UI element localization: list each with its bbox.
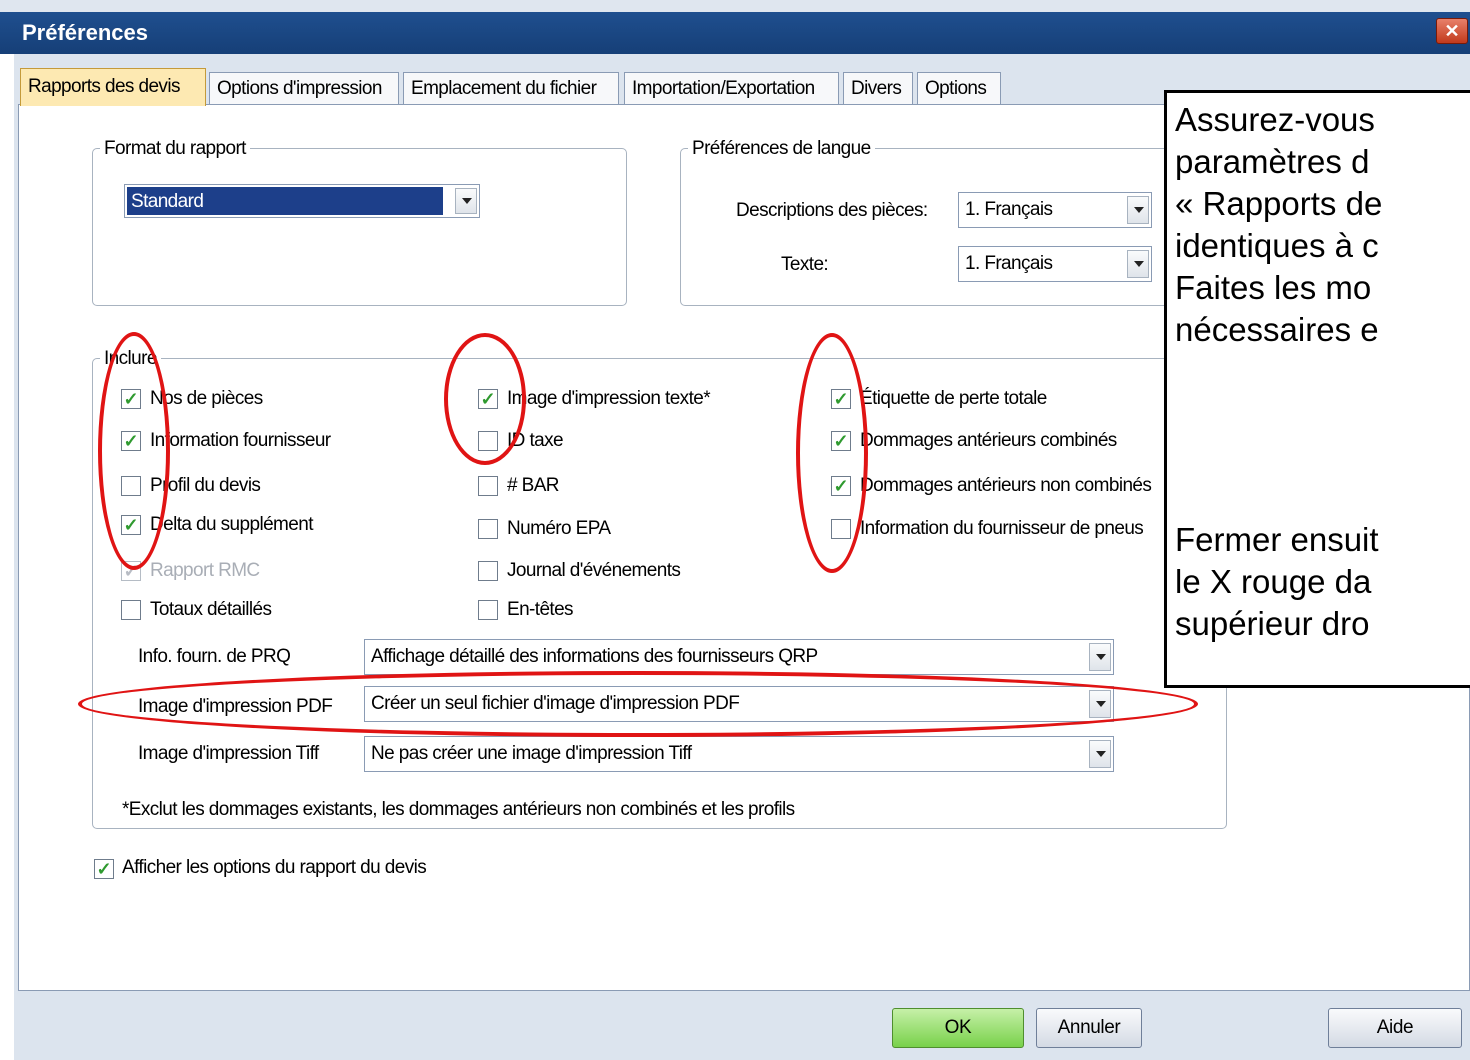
callout-line: paramètres d <box>1175 143 1370 180</box>
tiff-print-image-select[interactable]: Ne pas créer une image d'impression Tiff <box>364 736 1114 772</box>
callout-line: Fermer ensuit <box>1175 521 1379 558</box>
include-legend: Inclure <box>100 348 161 370</box>
supplement-delta-label: Delta du supplément <box>150 514 313 535</box>
prq-supplier-select[interactable]: Affichage détaillé des informations des … <box>364 639 1114 675</box>
supplier-info-checkbox[interactable]: ✓ <box>121 431 141 451</box>
chevron-down-icon[interactable] <box>1089 740 1111 768</box>
tiff-print-image-value: Ne pas créer une image d'impression Tiff <box>371 743 692 764</box>
headers-checkbox[interactable] <box>478 600 498 620</box>
parts-numbers-label: Nos de pièces <box>150 388 263 409</box>
callout-line: le X rouge da <box>1175 563 1372 600</box>
help-button[interactable]: Aide <box>1328 1008 1462 1048</box>
tiff-print-image-label: Image d'impression Tiff <box>138 743 319 764</box>
chevron-down-icon[interactable] <box>1127 250 1149 278</box>
total-loss-label: Étiquette de perte totale <box>860 388 1047 409</box>
callout-line: Faites les mo <box>1175 269 1372 306</box>
event-log-checkbox[interactable] <box>478 561 498 581</box>
report-format-select[interactable]: Standard <box>124 184 480 218</box>
prior-damage-uncombined-label: Dommages antérieurs non combinés <box>860 475 1152 496</box>
event-log-label: Journal d'événements <box>507 560 681 581</box>
window-title: Préférences <box>22 20 148 45</box>
bar-number-label: # BAR <box>507 475 560 496</box>
estimate-profile-checkbox[interactable] <box>121 476 141 496</box>
tire-supplier-info-checkbox[interactable] <box>831 519 851 539</box>
callout-line: « Rapports de <box>1175 185 1383 222</box>
epa-number-label: Numéro EPA <box>507 518 611 539</box>
tab-divers[interactable]: Divers <box>843 72 913 104</box>
report-format-legend: Format du rapport <box>100 138 250 160</box>
show-report-options-checkbox[interactable]: ✓ <box>94 859 114 879</box>
report-format-group <box>92 148 627 306</box>
language-legend: Préférences de langue <box>688 138 875 160</box>
rmc-report-checkbox: ✓ <box>121 561 141 581</box>
chevron-down-icon[interactable] <box>1127 196 1149 224</box>
prior-damage-uncombined-checkbox[interactable]: ✓ <box>831 476 851 496</box>
tire-supplier-info-label: Information du fournisseur de pneus <box>860 518 1144 539</box>
parts-language-value: 1. Français <box>965 199 1053 220</box>
tab-importation-exportation[interactable]: Importation/Exportation <box>624 72 839 104</box>
chevron-down-icon[interactable] <box>1089 643 1111 671</box>
estimate-profile-label: Profil du devis <box>150 475 261 496</box>
report-format-value: Standard <box>131 191 204 212</box>
pdf-print-image-value: Créer un seul fichier d'image d'impressi… <box>371 693 740 714</box>
text-language-label: Texte: <box>781 254 829 275</box>
prq-supplier-value: Affichage détaillé des informations des … <box>371 646 818 667</box>
prior-damage-combined-label: Dommages antérieurs combinés <box>860 430 1117 451</box>
headers-label: En-têtes <box>507 599 574 620</box>
epa-number-checkbox[interactable] <box>478 519 498 539</box>
close-icon: ✕ <box>1444 21 1460 41</box>
callout-line: Assurez-vous <box>1175 101 1375 138</box>
callout-line: nécessaires e <box>1175 311 1379 348</box>
bar-number-checkbox[interactable] <box>478 476 498 496</box>
prior-damage-combined-checkbox[interactable]: ✓ <box>831 431 851 451</box>
tax-id-label: ID taxe <box>507 430 564 451</box>
pdf-print-image-label: Image d'impression PDF <box>138 696 333 717</box>
supplement-delta-checkbox[interactable]: ✓ <box>121 515 141 535</box>
rmc-report-label: Rapport RMC <box>150 560 260 581</box>
top-toolbar-strip <box>0 0 1470 12</box>
prq-supplier-label: Info. fourn. de PRQ <box>138 646 291 667</box>
show-report-options-label: Afficher les options du rapport du devis <box>122 857 427 878</box>
close-button[interactable]: ✕ <box>1436 18 1468 44</box>
callout-line: supérieur dro <box>1175 605 1370 642</box>
tab-options[interactable]: Options <box>917 72 1001 104</box>
tab-emplacement-fichier[interactable]: Emplacement du fichier <box>403 72 619 104</box>
cancel-button[interactable]: Annuler <box>1036 1008 1142 1048</box>
title-bar <box>0 12 1470 54</box>
tab-rapports-des-devis[interactable]: Rapports des devis <box>20 68 206 106</box>
instruction-callout: Assurez-vous paramètres d « Rapports de … <box>1164 90 1470 688</box>
callout-line: identiques à c <box>1175 227 1379 264</box>
chevron-down-icon[interactable] <box>1089 690 1111 718</box>
text-language-value: 1. Français <box>965 253 1053 274</box>
text-language-select[interactable]: 1. Français <box>958 246 1152 282</box>
detailed-totals-checkbox[interactable] <box>121 600 141 620</box>
text-print-image-label: Image d'impression texte* <box>507 388 711 409</box>
parts-language-select[interactable]: 1. Français <box>958 192 1152 228</box>
total-loss-label-checkbox[interactable]: ✓ <box>831 389 851 409</box>
text-print-image-checkbox[interactable]: ✓ <box>478 389 498 409</box>
parts-description-label: Descriptions des pièces: <box>736 200 928 221</box>
chevron-down-icon[interactable] <box>455 188 477 214</box>
detailed-totals-label: Totaux détaillés <box>150 599 272 620</box>
pdf-print-image-select[interactable]: Créer un seul fichier d'image d'impressi… <box>364 686 1114 722</box>
tab-options-impression[interactable]: Options d'impression <box>209 72 399 104</box>
parts-numbers-checkbox[interactable]: ✓ <box>121 389 141 409</box>
ok-button[interactable]: OK <box>892 1008 1024 1048</box>
footnote: *Exclut les dommages existants, les domm… <box>122 799 795 820</box>
tax-id-checkbox[interactable] <box>478 431 498 451</box>
supplier-info-label: Information fournisseur <box>150 430 331 451</box>
